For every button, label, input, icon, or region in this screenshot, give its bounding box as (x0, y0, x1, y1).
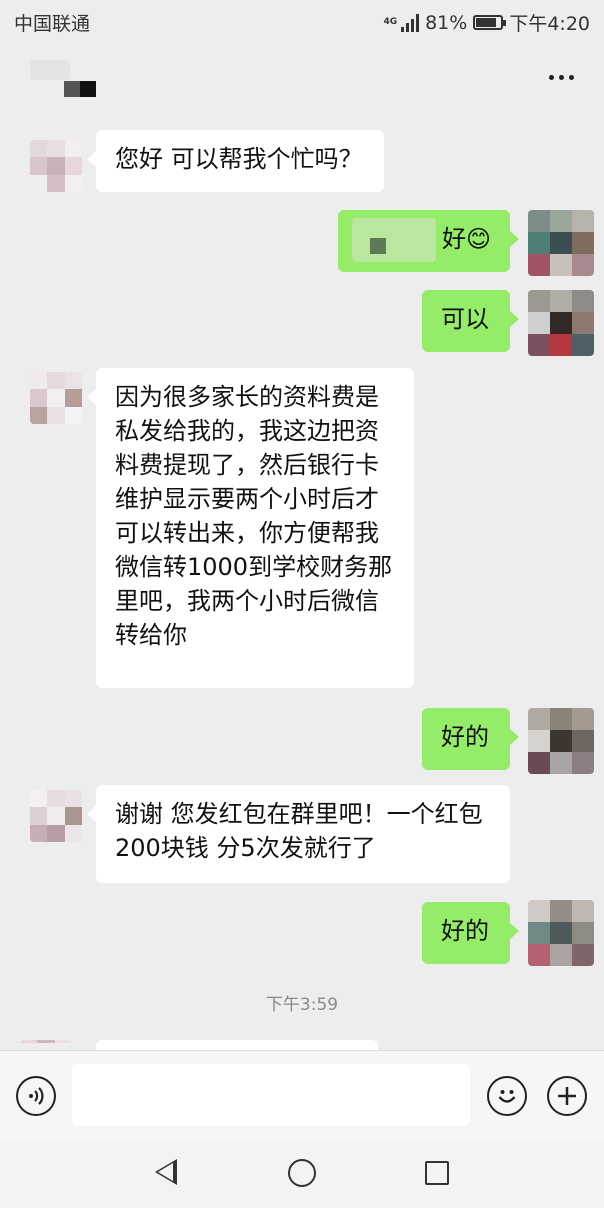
message-text: 好的 (441, 723, 489, 751)
plus-icon-glyph (558, 1087, 576, 1105)
contact-avatar[interactable] (30, 790, 82, 842)
battery-icon (473, 15, 507, 30)
contact-name-redacted (64, 81, 96, 97)
chat-timestamp: 下午3:59 (265, 995, 339, 1015)
self-avatar[interactable] (528, 290, 594, 356)
plus-icon[interactable] (547, 1076, 587, 1116)
voice-icon[interactable] (16, 1076, 56, 1116)
message-bubble-outgoing[interactable]: 好😊 (338, 210, 519, 272)
nav-home-icon[interactable] (288, 1159, 316, 1187)
voice-icon-glyph (29, 1087, 44, 1105)
more-dots-icon[interactable] (549, 75, 574, 80)
contact-avatar[interactable] (30, 372, 82, 424)
status-right: 4G 81% 下午4:20 (383, 9, 590, 36)
message-bubble-partial[interactable] (87, 1040, 378, 1078)
message-bubble-incoming[interactable]: 因为很多家长的资料费是私发给我的，我这边把资料费提现了，然后银行卡维护显示要两个… (87, 368, 414, 688)
self-avatar[interactable] (528, 708, 594, 774)
message-bubble-outgoing[interactable]: 好的 (422, 708, 519, 770)
network-type: 4G (383, 17, 398, 27)
redacted-blur (352, 218, 436, 262)
message-text: 可以 (441, 305, 489, 333)
signal-icon (401, 13, 420, 32)
nav-back-icon[interactable] (155, 1159, 177, 1185)
message-text: 您好 可以帮我个忙吗？ (115, 145, 363, 173)
emoji-icon-glyph (498, 1090, 516, 1103)
self-avatar[interactable] (528, 900, 594, 966)
input-bar (0, 1050, 604, 1143)
battery-percent: 81% (425, 11, 468, 34)
message-bubble-incoming[interactable]: 谢谢 您发红包在群里吧！一个红包200块钱 分5次发就行了 (87, 785, 510, 883)
message-text: 谢谢 您发红包在群里吧！一个红包200块钱 分5次发就行了 (115, 800, 483, 862)
redacted-square (370, 238, 386, 254)
emoji-icon[interactable] (487, 1076, 527, 1116)
status-bar: 中国联通 4G 81% 下午4:20 (0, 0, 604, 40)
message-text: 好的 (441, 917, 489, 945)
carrier-name: 中国联通 (14, 13, 91, 35)
nav-recent-apps-icon[interactable] (425, 1161, 449, 1185)
message-bubble-incoming[interactable]: 您好 可以帮我个忙吗？ (87, 130, 384, 192)
message-text: 好😊 (441, 225, 491, 253)
contact-avatar[interactable] (30, 140, 82, 192)
navigation-bar (0, 1142, 604, 1208)
clock: 下午4:20 (509, 13, 590, 35)
chat-header (0, 40, 604, 120)
contact-avatar-partial[interactable] (20, 1040, 72, 1050)
message-text: 因为很多家长的资料费是私发给我的，我这边把资料费提现了，然后银行卡维护显示要两个… (115, 383, 393, 649)
battery-fill (476, 18, 496, 27)
self-avatar[interactable] (528, 210, 594, 276)
message-bubble-outgoing[interactable]: 可以 (422, 290, 519, 352)
message-bubble-outgoing[interactable]: 好的 (422, 902, 519, 964)
message-input[interactable] (72, 1064, 470, 1126)
back-area-blur[interactable] (30, 60, 70, 80)
